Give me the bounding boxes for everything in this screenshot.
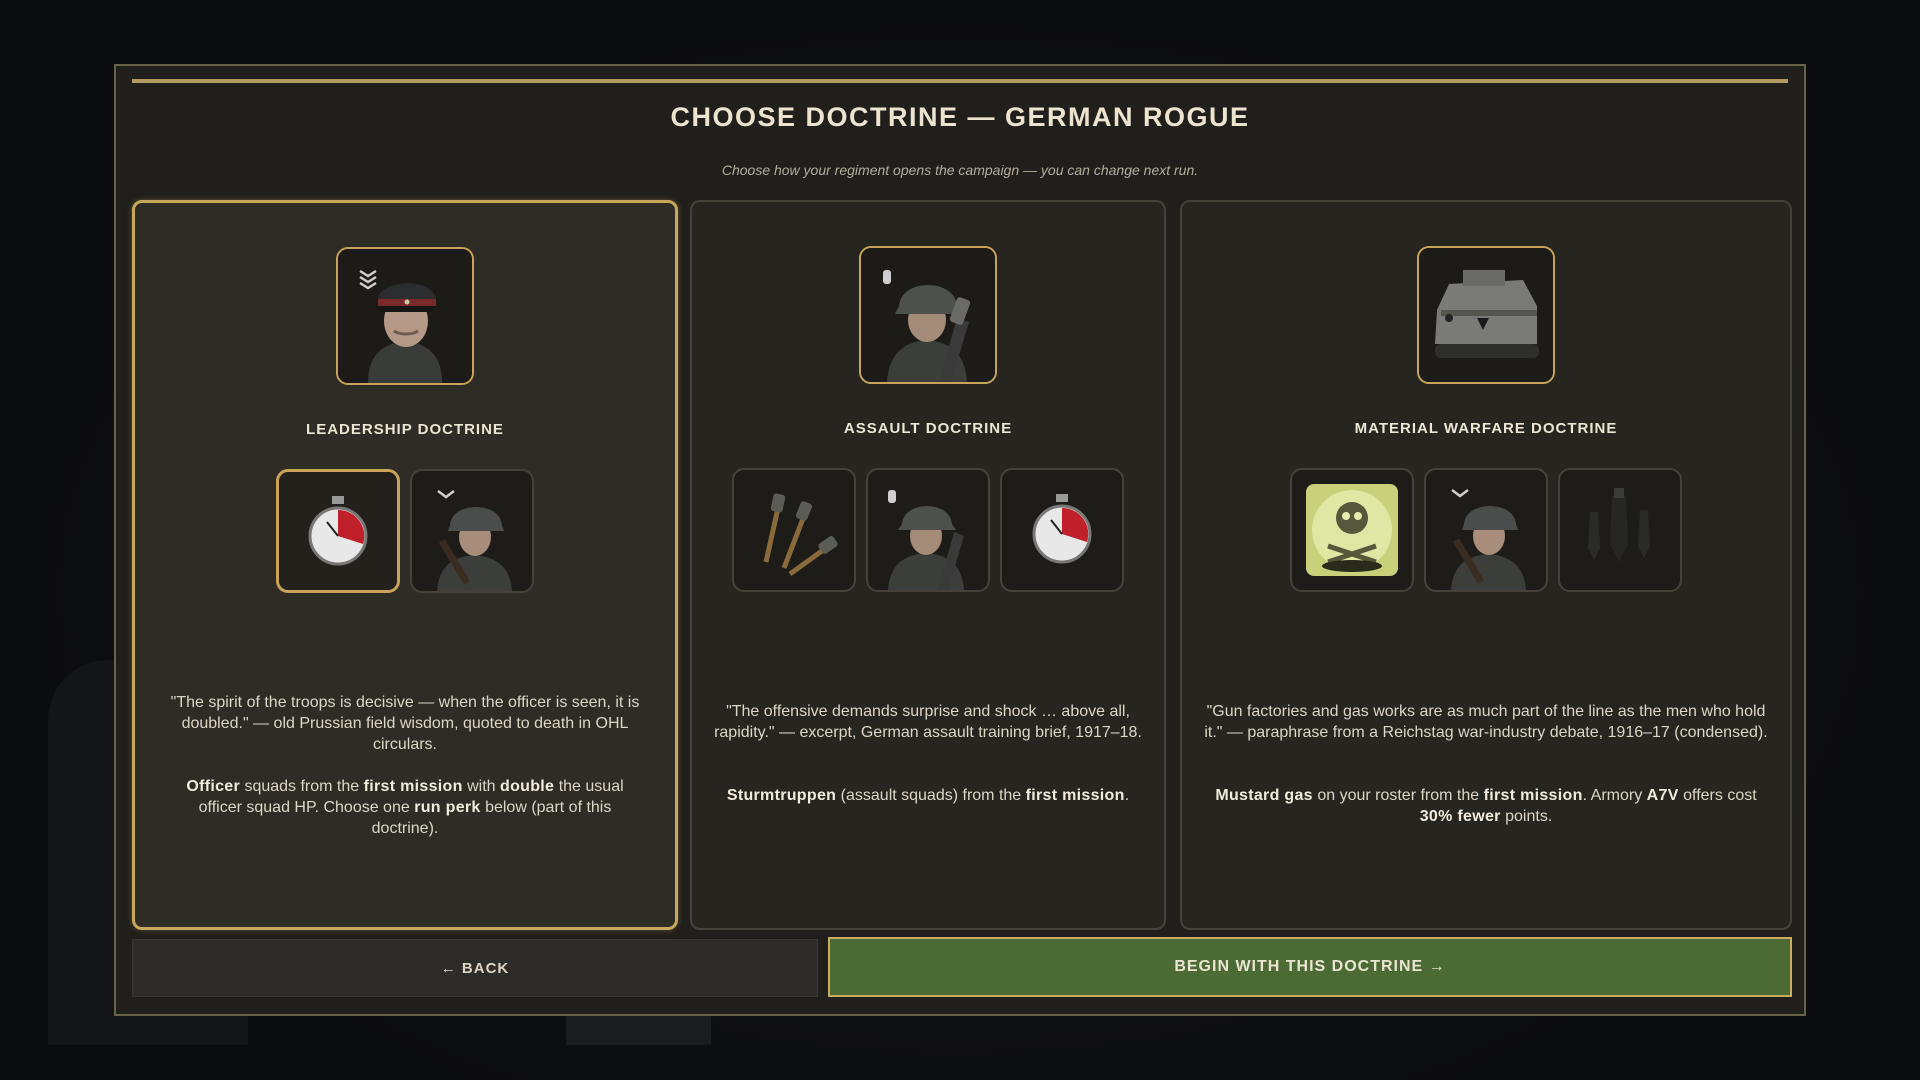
dialog-title: CHOOSE DOCTRINE — GERMAN ROGUE bbox=[670, 102, 1250, 132]
unit-row bbox=[135, 469, 675, 593]
gas-skull-icon bbox=[1306, 484, 1398, 576]
unit-slot-gas bbox=[1290, 468, 1414, 592]
doctrine-title: LEADERSHIP DOCTRINE bbox=[306, 421, 504, 438]
begin-doctrine-button[interactable]: BEGIN WITH THIS DOCTRINE → bbox=[828, 937, 1792, 997]
doctrine-dialog: CHOOSE DOCTRINE — GERMAN ROGUE Choose ho… bbox=[114, 64, 1806, 1016]
unit-slot-mortar bbox=[1558, 468, 1682, 592]
rifleman-icon bbox=[437, 490, 512, 591]
doctrine-quote: "Gun factories and gas works are as much… bbox=[1204, 703, 1768, 741]
doctrine-quote: "The offensive demands surprise and shoc… bbox=[714, 703, 1142, 741]
unit-row bbox=[1182, 468, 1790, 592]
mortar-shells-icon bbox=[1588, 488, 1650, 562]
back-button[interactable]: ← BACK bbox=[132, 939, 818, 997]
perk-option-stopwatch[interactable] bbox=[276, 469, 400, 593]
perk-option-rifleman[interactable] bbox=[410, 469, 534, 593]
rifleman-icon bbox=[1451, 489, 1526, 590]
stormtrooper-icon bbox=[888, 490, 964, 590]
stopwatch-icon bbox=[308, 496, 368, 566]
doctrine-card-leadership[interactable]: LEADERSHIP DOCTRINE "The spirit of the t… bbox=[132, 200, 678, 930]
doctrine-title: MATERIAL WARFARE DOCTRINE bbox=[1354, 420, 1618, 437]
top-divider bbox=[132, 79, 1788, 83]
unit-slot-stopwatch bbox=[1000, 468, 1124, 592]
stopwatch-icon bbox=[1032, 494, 1092, 564]
doctrine-quote: "The spirit of the troops is decisive — … bbox=[170, 694, 640, 753]
unit-slot-rifleman bbox=[1424, 468, 1548, 592]
doctrine-card-assault[interactable]: ASSAULT DOCTRINE "The offensive demands … bbox=[690, 200, 1166, 930]
doctrine-description: Mustard gas on your roster from the firs… bbox=[1215, 787, 1757, 825]
doctrine-title: ASSAULT DOCTRINE bbox=[843, 420, 1013, 437]
dialog-subtitle: Choose how your regiment opens the campa… bbox=[721, 162, 1199, 178]
unit-row bbox=[692, 468, 1164, 592]
doctrine-description: Officer squads from the first mission wi… bbox=[186, 778, 624, 837]
doctrine-description: Sturmtruppen (assault squads) from the f… bbox=[726, 787, 1130, 804]
officer-portrait-icon bbox=[336, 247, 474, 385]
doctrine-card-material-warfare[interactable]: MATERIAL WARFARE DOCTRINE "Gun factories… bbox=[1180, 200, 1792, 930]
unit-slot-stormtrooper bbox=[866, 468, 990, 592]
stormtrooper-portrait-icon bbox=[859, 246, 997, 384]
a7v-tank-portrait-icon bbox=[1417, 246, 1555, 384]
stick-grenades-icon bbox=[763, 493, 838, 577]
unit-slot-grenades bbox=[732, 468, 856, 592]
